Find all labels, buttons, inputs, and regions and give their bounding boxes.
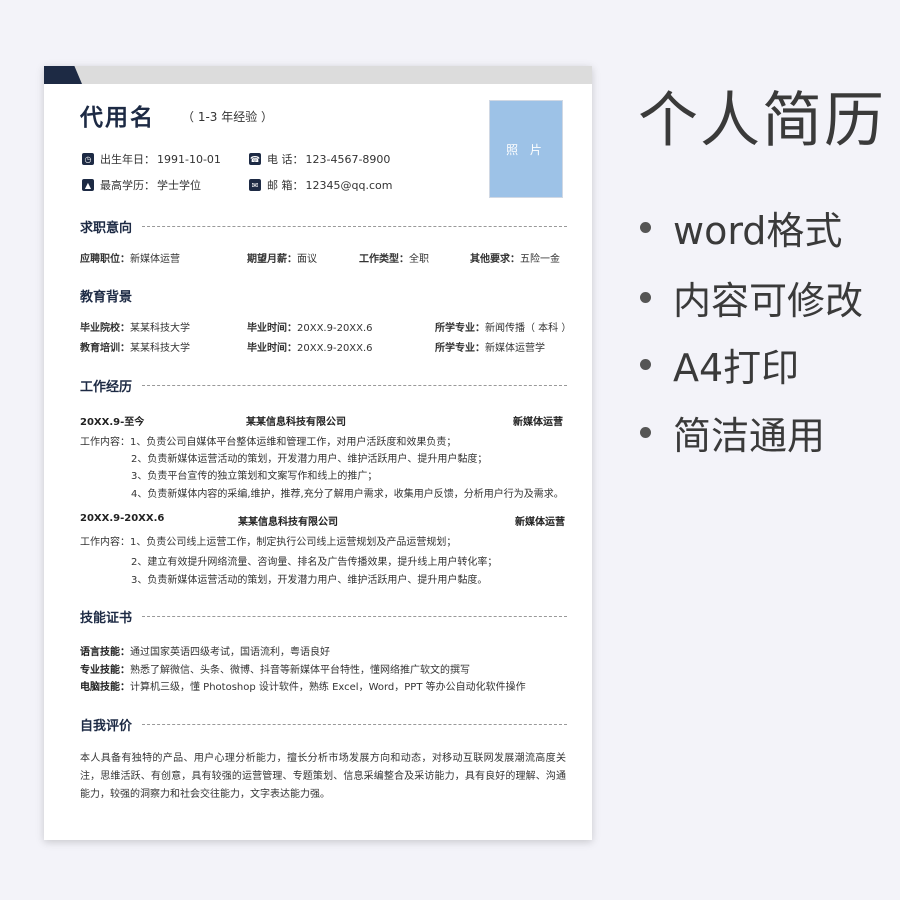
resume-page: 代用名 （ 1-3 年经验 ） 照 片 ◷ 出生年日： 1991-10-01 ☎… xyxy=(44,66,592,840)
candidate-name: 代用名 xyxy=(80,105,155,131)
edu-time-2: 毕业时间：20XX.9-20XX.6 xyxy=(247,343,373,354)
section-education: 教育背景 xyxy=(80,290,133,305)
bullet-dot-icon xyxy=(640,359,651,370)
experience-years: （ 1-3 年经验 ） xyxy=(182,110,274,124)
intent-other: 其他要求：五险一金 xyxy=(470,254,560,265)
bullet-dot-icon xyxy=(640,427,651,438)
bullet-dot-icon xyxy=(640,292,651,303)
job-2-duty: 工作内容：1、负责公司线上运营工作，制定执行公司线上运营规划及产品运营规划； xyxy=(80,537,457,548)
skill-computer: 电脑技能：计算机三级，懂 Photoshop 设计软件，熟练 Excel，Wor… xyxy=(80,682,526,693)
job-1-duty: 3、负责平台宣传的独立策划和文案写作和线上的推广； xyxy=(131,471,378,482)
edu-training: 教育培训：某某科技大学 xyxy=(80,343,190,354)
section-divider xyxy=(142,724,567,725)
section-divider xyxy=(142,385,567,386)
job-1-duty: 工作内容：1、负责公司自媒体平台整体运维和管理工作，对用户活跃度和效果负责； xyxy=(80,437,457,448)
feature-bullet: 简洁通用 xyxy=(640,405,825,460)
bullet-dot-icon xyxy=(640,222,651,233)
section-divider xyxy=(142,226,567,227)
feature-bullet: A4打印 xyxy=(640,337,799,392)
edu-major-2: 所学专业：新媒体运营学 xyxy=(435,343,545,354)
feature-bullet: 内容可修改 xyxy=(640,270,863,325)
side-title: 个人简历 xyxy=(638,86,886,156)
photo-placeholder: 照 片 xyxy=(489,100,563,198)
intent-salary: 期望月薪：面议 xyxy=(247,254,317,265)
section-self: 自我评价 xyxy=(80,715,567,734)
job-1-duty: 2、负责新媒体运营活动的策划，开发潜力用户、维护活跃用户、提升用户黏度； xyxy=(131,454,488,465)
mail-icon: ✉ xyxy=(249,179,261,191)
feature-bullet: word格式 xyxy=(640,200,842,255)
header-bar xyxy=(44,66,592,84)
phone-icon: ☎ xyxy=(249,153,261,165)
job-2-duty: 2、建立有效提升网络流量、咨询量、排名及广告传播效果，提升线上用户转化率； xyxy=(131,557,498,568)
info-email: ✉ 邮 箱： 12345@qq.com xyxy=(249,177,392,193)
intent-position: 应聘职位：新媒体运营 xyxy=(80,254,180,265)
edu-time: 毕业时间：20XX.9-20XX.6 xyxy=(247,323,373,334)
calendar-icon: ◷ xyxy=(82,153,94,165)
info-birthdate: ◷ 出生年日： 1991-10-01 xyxy=(82,151,221,167)
section-work: 工作经历 xyxy=(80,376,567,395)
self-evaluation-text: 本人具备有独特的产品、用户心理分析能力，擅长分析市场发展方向和动态，对移动互联网… xyxy=(80,753,566,800)
section-divider xyxy=(142,616,567,617)
edu-major: 所学专业：新闻传播（ 本科 ） xyxy=(435,323,572,334)
graduation-icon: ▲ xyxy=(82,179,94,191)
job-2-duty: 3、负责新媒体运营活动的策划，开发潜力用户、维护活跃用户、提升用户黏度。 xyxy=(131,575,488,586)
section-intent: 求职意向 xyxy=(80,217,567,236)
info-education: ▲ 最高学历： 学士学位 xyxy=(82,177,201,193)
edu-school: 毕业院校：某某科技大学 xyxy=(80,323,190,334)
skill-professional: 专业技能：熟悉了解微信、头条、微博、抖音等新媒体平台特性，懂网络推广软文的撰写 xyxy=(80,665,470,676)
job-1-duty: 4、负责新媒体内容的采编,维护，推荐,充分了解用户需求，收集用户反馈，分析用户行… xyxy=(131,489,564,500)
section-skills: 技能证书 xyxy=(80,607,567,626)
intent-type: 工作类型：全职 xyxy=(359,254,429,265)
info-phone: ☎ 电 话： 123-4567-8900 xyxy=(249,152,391,166)
skill-language: 语言技能：通过国家英语四级考试，国语流利，粤语良好 xyxy=(80,647,330,658)
